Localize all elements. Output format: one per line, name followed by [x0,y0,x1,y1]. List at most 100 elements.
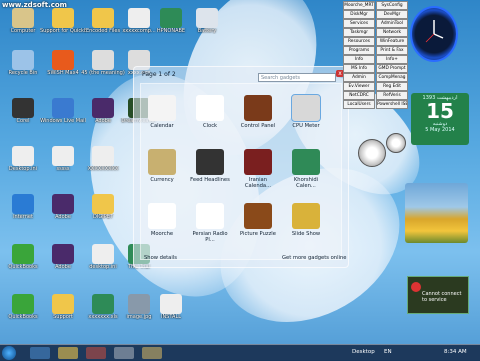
shortcut-button[interactable]: Admin [343,73,375,82]
taskbar: Desktop EN 8:34 AM [0,344,480,361]
clock-time[interactable]: 8:34 AM [444,349,467,355]
control-panel-icon [244,95,272,121]
file-icon [92,244,114,264]
folder-icon [52,294,74,314]
shortcut-button[interactable]: Taskmgr [343,28,375,37]
clock-face [425,20,444,43]
file-icon [196,8,218,28]
premiere-icon [52,244,74,264]
swish-icon [52,50,74,70]
currency-icon [148,149,176,175]
gallery-page-label[interactable]: Page 1 of 2 [142,71,176,78]
shortcut-button[interactable]: Moorche_MRT [343,1,375,10]
file-icon [52,146,74,166]
gadget-item[interactable]: Slide Show [286,203,326,237]
shortcut-button[interactable]: WinFeature [376,37,408,46]
gadget-item-label: Persian Radio Pl... [192,231,228,243]
feed-icon [196,149,224,175]
gadget-item-label: Slide Show [291,231,321,237]
shortcut-button[interactable]: AdminTool [376,19,408,28]
memory-dial-icon [386,133,406,153]
shortcut-button[interactable]: DevMgr [376,10,408,19]
khorshidi-calendar-icon [292,149,320,175]
file-icon [160,294,182,314]
calendar-gadget[interactable]: 1393 اردیبهشت 15 دوشنبه 5 May 2014 [411,93,469,145]
shortcut-button[interactable]: Ev.Viewer [343,82,375,91]
gadget-gallery-window[interactable]: Page 1 of 2 Search gadgets x Calendar Clo… [133,66,349,268]
gadget-item[interactable]: Currency [142,149,182,183]
taskbar-app-icon[interactable] [142,347,162,359]
language-indicator[interactable]: EN [384,349,392,355]
cpu-meter-gadget[interactable] [356,133,412,173]
premiere-icon [92,98,114,118]
shortcut-button[interactable]: GMD Prompt [376,64,408,73]
ie-icon[interactable] [30,347,50,359]
slideshow-gadget[interactable] [405,183,468,243]
shortcut-button[interactable]: Info+ [376,55,408,64]
get-more-gadgets-link[interactable]: Get more gadgets online [282,255,346,261]
gadget-item[interactable]: Persian Radio Pl... [190,203,230,243]
gadget-item[interactable]: Picture Puzzle [238,203,278,237]
radio-icon [196,203,224,229]
desktop-icon[interactable]: INSTALL [148,294,194,334]
ie-icon [12,194,34,214]
shortcut-button[interactable]: MS Info [343,64,375,73]
folder-icon [92,8,114,28]
media-player-icon[interactable] [86,347,106,359]
gadget-item[interactable]: Clock [190,95,230,129]
desktop-icon-label: INSTALL [160,314,182,320]
warning-icon [411,282,421,292]
analog-clock-icon[interactable] [410,6,458,62]
gadget-item-label: Khorshidi Calen... [293,177,319,189]
cpu-meter-icon [291,94,321,122]
gadget-item-label: CPU Meter [292,123,320,129]
shortcut-button[interactable]: Programs [343,46,375,55]
shortcut-button[interactable]: Powershell ISE [376,100,408,109]
file-icon [92,146,114,166]
gadget-item-label: Calendar [150,123,174,129]
gadget-item-label: Currency [150,177,174,183]
shortcut-button[interactable]: Network [376,28,408,37]
taskbar-app-icon[interactable] [114,347,134,359]
network-gadget[interactable]: Cannot connect to service [407,276,469,314]
explorer-icon[interactable] [58,347,78,359]
gadget-item[interactable]: Feed Headlines [190,149,230,183]
shortcut-button[interactable]: Info [343,55,375,64]
shortcut-button[interactable]: Resources [343,37,375,46]
desktop-icon-label: Battery [197,28,217,34]
shortcut-button[interactable]: Print & Fax [376,46,408,55]
gadget-item[interactable]: Khorshidi Calen... [286,149,326,189]
desktop-icon[interactable]: Battery [184,8,230,48]
iranian-calendar-icon [244,149,272,175]
gadget-item[interactable]: Calendar [142,95,182,129]
desktop-toolbar-label[interactable]: Desktop [352,349,375,355]
mail-icon [52,98,74,118]
shortcut-button[interactable]: NetCDRC [343,91,375,100]
show-details-button[interactable]: Show details [144,255,177,261]
gadget-item[interactable]: Moorche [142,203,182,237]
network-status-text: Cannot connect to service [422,291,462,303]
moorche-icon [148,203,176,229]
recycle-bin-icon [12,50,34,70]
shortcut-button[interactable]: DiskMgr [343,10,375,19]
gadget-item-label: Moorche [150,231,174,237]
start-button[interactable] [2,346,16,360]
desktop-icon[interactable]: DIGIPET [80,194,126,234]
excel-icon [92,294,114,314]
gadget-item[interactable]: Control Panel [238,95,278,129]
calendar-date: 5 May 2014 [425,127,455,133]
shortcut-button[interactable]: Reg Edit [376,82,408,91]
shortcut-button[interactable]: LocalUsers [343,100,375,109]
gadget-item[interactable]: CPU Meter [286,94,326,129]
desktop-icon[interactable]: XXXXXXXXX [80,146,126,186]
shortcut-button[interactable]: CompMenag [376,73,408,82]
gadget-search-input[interactable]: Search gadgets [258,73,336,82]
shortcut-button[interactable]: SysConfig [376,1,408,10]
shortcut-button[interactable]: Services [343,19,375,28]
computer-icon [12,8,34,28]
shortcut-button[interactable]: RefVeris [376,91,408,100]
corel-icon [12,98,34,118]
gadget-item[interactable]: Iranian Calenda... [238,149,278,189]
file-icon [128,8,150,28]
image-icon [128,294,150,314]
